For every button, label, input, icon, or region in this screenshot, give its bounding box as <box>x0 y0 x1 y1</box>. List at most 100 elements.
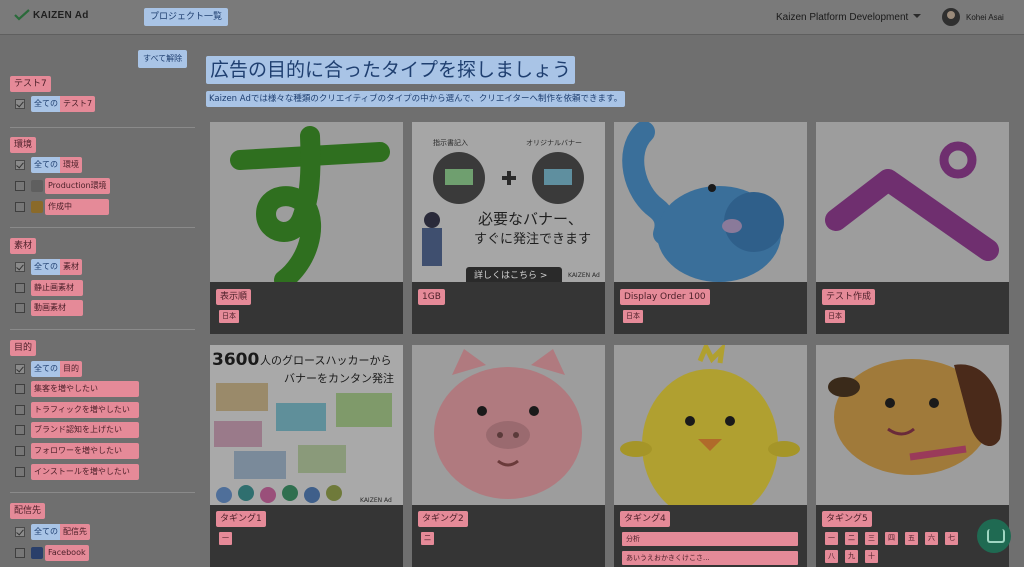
card-tag: 四 <box>885 532 898 545</box>
card-label: タギング4 <box>620 511 670 527</box>
page-subtitle: Kaizen Adでは様々な種類のクリエイティブのタイプの中から選んで、クリエイ… <box>206 91 626 107</box>
card-tag: 二 <box>845 532 858 545</box>
filter-option-traffic[interactable]: トラフィックを増やしたい <box>15 402 139 418</box>
hiragana-pe-illustration <box>816 122 1009 282</box>
filter-option-brand-awareness[interactable]: ブランド認知を上げたい <box>15 422 139 438</box>
divider <box>10 329 195 330</box>
card-label: 表示順 <box>216 289 252 305</box>
type-card[interactable]: テスト作成 日本 <box>816 122 1009 334</box>
checkbox[interactable] <box>15 202 25 212</box>
filter-group-material: 素材 <box>10 238 195 254</box>
filter-option-still-image[interactable]: 静止画素材 <box>15 280 83 296</box>
filter-option-all[interactable]: 全ての テスト7 <box>15 96 96 112</box>
org-selector[interactable]: Kaizen Platform Development <box>776 12 908 23</box>
checkbox[interactable] <box>15 425 25 435</box>
filter-option-facebook[interactable]: Facebook <box>15 545 89 561</box>
main-content: 広告の目的に合ったタイプを探しましょう Kaizen Adでは様々な種類のクリエ… <box>200 36 1024 567</box>
checkbox[interactable] <box>15 181 25 191</box>
card-tag: 二 <box>421 532 434 545</box>
filter-group-purpose: 目的 <box>10 340 195 356</box>
filter-option-all[interactable]: 全ての 環境 <box>15 157 82 173</box>
checkbox[interactable] <box>15 364 25 374</box>
filter-option-followers[interactable]: フォロワーを増やしたい <box>15 443 139 459</box>
checkbox[interactable] <box>15 527 25 537</box>
type-card[interactable]: 表示順 日本 <box>210 122 403 334</box>
checkbox[interactable] <box>15 384 25 394</box>
chat-icon[interactable] <box>977 519 1011 553</box>
art-text: オリジナルバナー <box>526 139 582 147</box>
option-label: インストールを増やしたい <box>31 464 139 480</box>
checkbox[interactable] <box>15 405 25 415</box>
divider <box>10 127 195 128</box>
filter-option-installs[interactable]: インストールを増やしたい <box>15 464 139 480</box>
all-prefix: 全ての <box>31 524 60 540</box>
art-headline: 必要なバナー、 <box>478 210 583 228</box>
card-label: タギング5 <box>822 511 872 527</box>
environment-icon <box>31 180 43 192</box>
card-tag: 九 <box>845 550 858 563</box>
checkbox[interactable] <box>15 303 25 313</box>
art-text: 指示書記入 <box>433 139 468 147</box>
checkbox[interactable] <box>15 160 25 170</box>
logo-check-icon <box>14 9 30 21</box>
option-label: 動画素材 <box>31 300 83 316</box>
filter-group-title: 目的 <box>10 340 37 356</box>
filter-group-placement: 配信先 <box>10 503 195 519</box>
all-prefix: 全ての <box>31 157 60 173</box>
option-label: ブランド認知を上げたい <box>31 422 139 438</box>
checkbox[interactable] <box>15 99 25 109</box>
construction-icon <box>31 201 43 213</box>
type-card[interactable]: 指示書記入 オリジナルバナー 必要なバナー、 すぐに発注できます 詳しくはこちら… <box>412 122 605 334</box>
filter-option-all[interactable]: 全ての 素材 <box>15 259 82 275</box>
all-prefix: 全ての <box>31 96 60 112</box>
dog-illustration <box>816 345 1009 505</box>
filter-option-video[interactable]: 動画素材 <box>15 300 83 316</box>
card-tag: 一 <box>825 532 838 545</box>
option-label: 配信先 <box>60 524 90 540</box>
art-headline: バナーをカンタン発注 <box>284 372 394 385</box>
art-brand: KAIZEN Ad <box>568 272 600 279</box>
type-card[interactable]: タギング4 分析 あいうえおかきくけこさ... <box>614 345 807 567</box>
logo[interactable]: KAIZEN Ad <box>14 9 89 21</box>
checkbox[interactable] <box>15 262 25 272</box>
avatar[interactable] <box>942 8 960 26</box>
card-label: 1GB <box>418 289 445 305</box>
type-card[interactable]: タギング2 二 <box>412 345 605 567</box>
filter-option-all[interactable]: 全ての 配信先 <box>15 524 90 540</box>
checkbox[interactable] <box>15 467 25 477</box>
card-tag: 一 <box>219 532 232 545</box>
card-tag: 三 <box>865 532 878 545</box>
filter-option-production[interactable]: Production環境 <box>15 178 110 194</box>
art-headline: 3600 <box>212 350 260 370</box>
chevron-down-icon[interactable] <box>913 14 921 18</box>
type-card[interactable]: 3600 人のグロースハッカーから バナーをカンタン発注 KAIZEN Ad タ… <box>210 345 403 567</box>
option-label: Production環境 <box>45 178 110 194</box>
option-label: テスト7 <box>60 96 96 112</box>
filter-group-title: 配信先 <box>10 503 46 519</box>
art-headline: 人のグロースハッカーから <box>260 354 392 367</box>
filter-group-title: 環境 <box>10 137 37 153</box>
card-tag: 日本 <box>825 310 845 323</box>
option-label: Facebook <box>45 545 89 561</box>
option-label: 目的 <box>60 361 82 377</box>
card-tag: 日本 <box>623 310 643 323</box>
option-label: 静止画素材 <box>31 280 83 296</box>
filter-option-draft[interactable]: 作成中 <box>15 199 109 215</box>
checkbox[interactable] <box>15 446 25 456</box>
clear-all-button[interactable]: すべて解除 <box>138 50 188 68</box>
project-list-button[interactable]: プロジェクト一覧 <box>144 8 229 26</box>
type-card[interactable]: Display Order 100 日本 <box>614 122 807 334</box>
elephant-illustration <box>614 122 807 282</box>
filter-group-title: テスト7 <box>10 76 51 92</box>
card-label: タギング1 <box>216 511 266 527</box>
user-name[interactable]: Kohei Asai <box>966 13 1004 22</box>
card-label: テスト作成 <box>822 289 876 305</box>
checkbox[interactable] <box>15 548 25 558</box>
checkbox[interactable] <box>15 283 25 293</box>
card-label: Display Order 100 <box>620 289 710 305</box>
option-label: 環境 <box>60 157 82 173</box>
filter-option-all[interactable]: 全ての 目的 <box>15 361 82 377</box>
card-tag: 日本 <box>219 310 239 323</box>
filter-option-acquisition[interactable]: 集客を増やしたい <box>15 381 139 397</box>
card-tag: 五 <box>905 532 918 545</box>
